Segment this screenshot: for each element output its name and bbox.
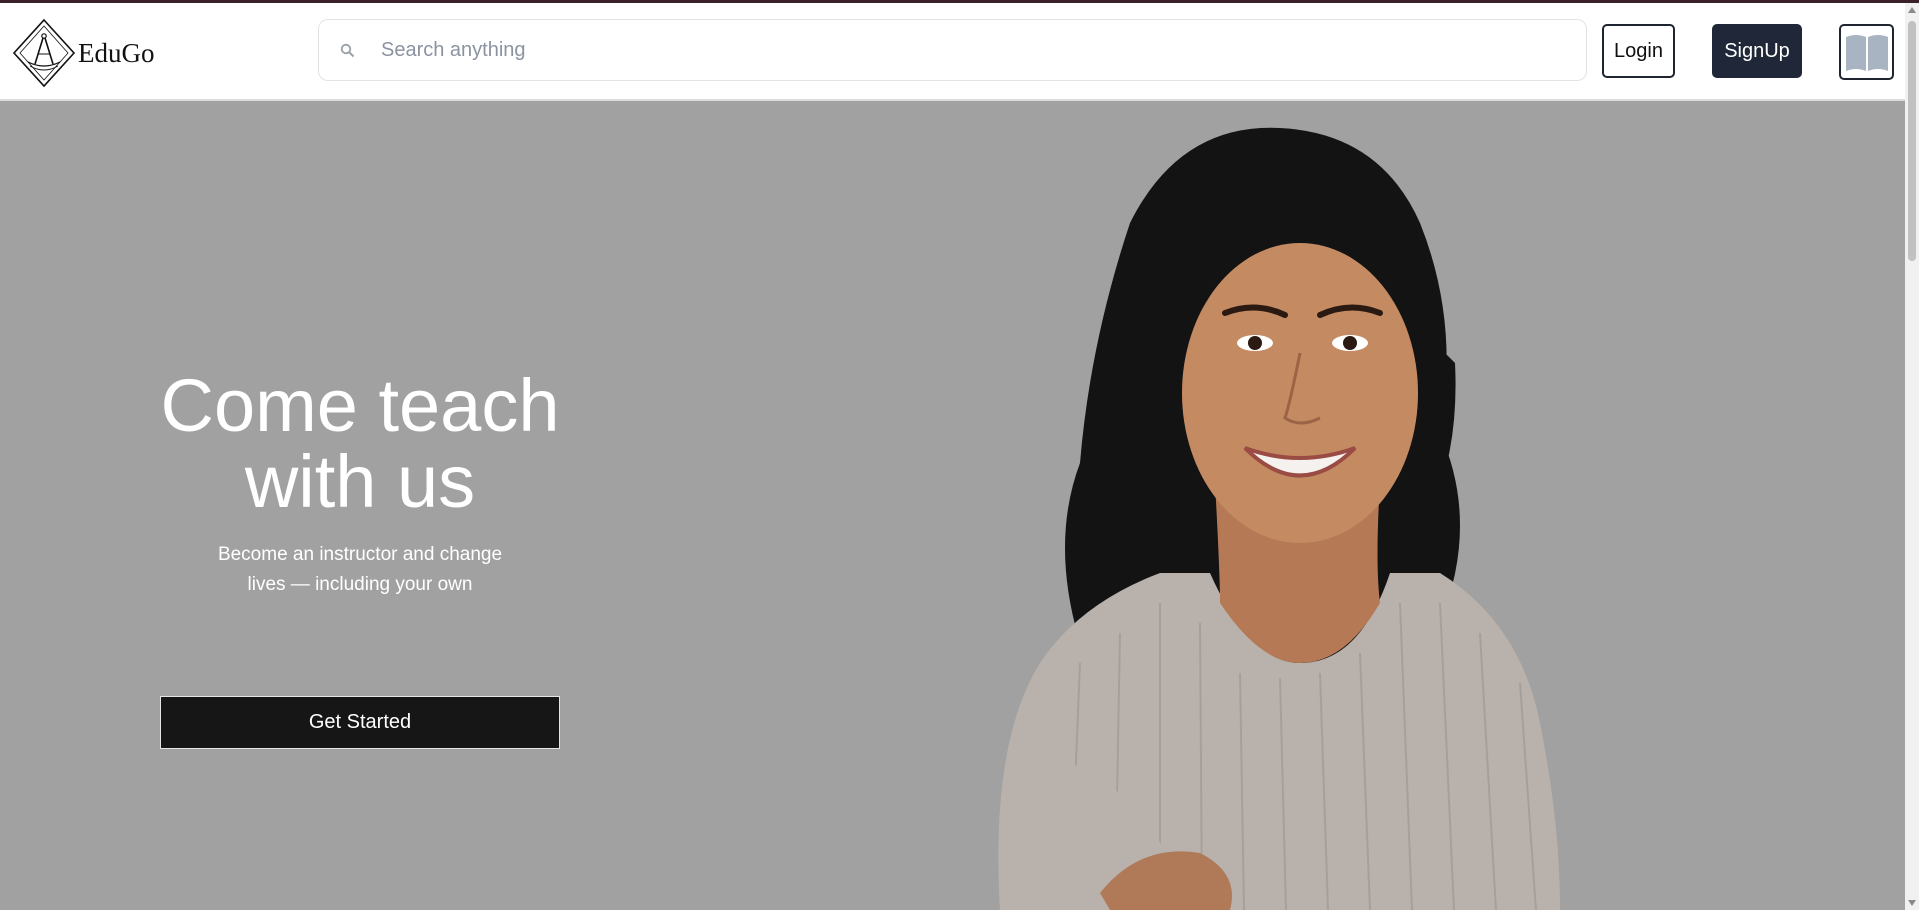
hero-section: Come teach with us Become an instructor … — [0, 103, 1905, 910]
scroll-down-arrow-icon[interactable] — [1908, 900, 1916, 906]
site-header: EduGo Login SignUp — [0, 3, 1905, 101]
brand-logo[interactable]: EduGo — [12, 18, 162, 88]
compass-logo-icon — [12, 18, 76, 88]
scroll-thumb[interactable] — [1908, 21, 1916, 261]
search-icon — [319, 43, 375, 58]
hero-title: Come teach with us — [160, 364, 560, 523]
page-scrollbar[interactable] — [1905, 3, 1919, 910]
scroll-up-arrow-icon[interactable] — [1908, 7, 1916, 13]
get-started-button[interactable]: Get Started — [160, 696, 560, 749]
open-book-icon — [1845, 35, 1888, 71]
hero-text-block: Come teach with us Become an instructor … — [160, 368, 560, 600]
signup-button[interactable]: SignUp — [1712, 24, 1802, 78]
search-bar[interactable] — [318, 19, 1587, 81]
open-book-button[interactable] — [1839, 24, 1894, 80]
hero-subtitle: Become an instructor and change lives — … — [217, 544, 503, 595]
search-input[interactable] — [381, 38, 1561, 62]
brand-name: EduGo — [78, 37, 155, 68]
instructor-portrait-image — [998, 127, 1560, 910]
login-button[interactable]: Login — [1602, 24, 1675, 78]
